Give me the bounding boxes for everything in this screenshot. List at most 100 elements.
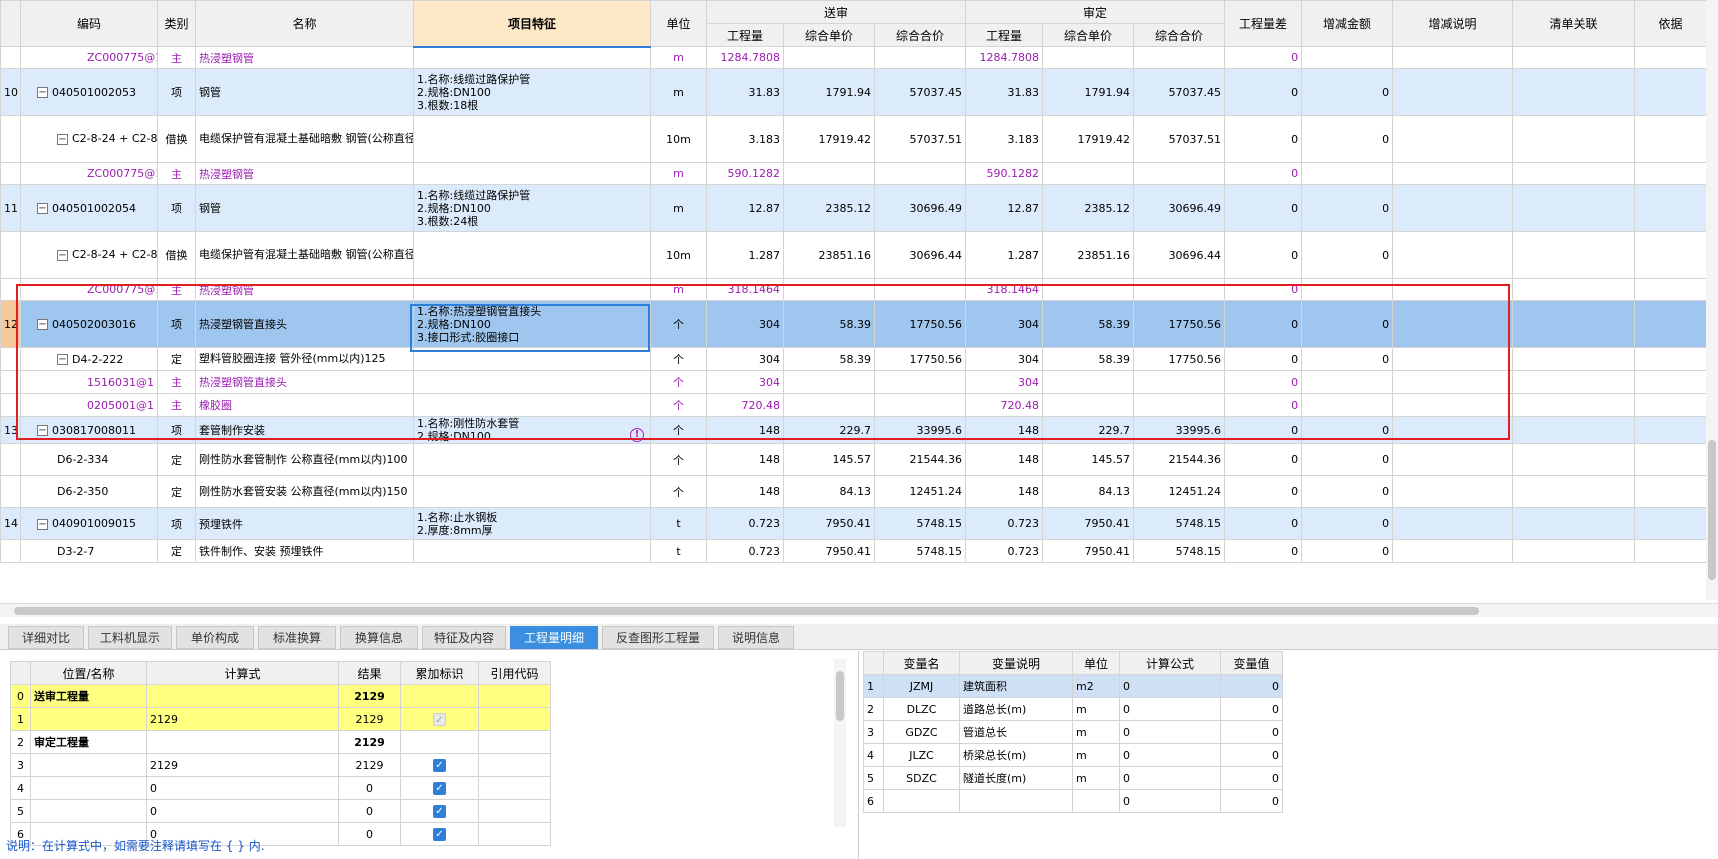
row-sub-total[interactable]: 12451.24: [873, 475, 967, 508]
row-rev-uprice[interactable]: [1042, 278, 1135, 301]
row-sub-uprice[interactable]: 58.39: [783, 347, 875, 371]
row-name[interactable]: 塑料管胶圈连接 管外径(mm以内)125: [195, 347, 414, 371]
row-basis[interactable]: [1634, 68, 1708, 116]
row-rev-uprice[interactable]: 23851.16: [1042, 231, 1135, 279]
qd-expr[interactable]: 2129: [146, 753, 339, 777]
checkbox-icon[interactable]: ✓: [433, 759, 446, 772]
row-amount-diff[interactable]: 0: [1301, 443, 1394, 476]
var-row[interactable]: 3 GDZC 管道总长 m 0 0: [863, 720, 1283, 744]
qd-expr[interactable]: 0: [146, 776, 339, 800]
row-rev-uprice[interactable]: 7950.41: [1042, 507, 1135, 540]
row-qty-diff[interactable]: 0: [1224, 162, 1303, 185]
row-name[interactable]: 热浸塑钢管直接头: [195, 300, 414, 348]
row-bill-link[interactable]: [1512, 46, 1636, 69]
col-amount-diff[interactable]: 增减金额: [1301, 0, 1394, 47]
qd-no[interactable]: 5: [10, 799, 31, 823]
row-rev-total[interactable]: 12451.24: [1133, 475, 1226, 508]
row-sub-uprice[interactable]: 1791.94: [783, 68, 875, 116]
qd-ref[interactable]: [478, 684, 551, 708]
qd-name[interactable]: [30, 707, 147, 731]
qd-ref[interactable]: [478, 730, 551, 754]
var-unit[interactable]: m: [1072, 697, 1120, 721]
row-seq[interactable]: [0, 443, 21, 476]
row-sub-uprice[interactable]: [783, 370, 875, 394]
row-basis[interactable]: [1634, 393, 1708, 417]
row-name[interactable]: 预埋铁件: [195, 507, 414, 540]
tab-3[interactable]: 标准换算: [258, 626, 336, 649]
row-unit[interactable]: 个: [650, 393, 707, 417]
row-code[interactable]: D6-2-334: [20, 443, 158, 476]
row-rev-total[interactable]: 5748.15: [1133, 539, 1226, 563]
var-desc[interactable]: 隧道长度(m): [959, 766, 1073, 790]
row-bill-link[interactable]: [1512, 300, 1636, 348]
row-amount-diff[interactable]: 0: [1301, 68, 1394, 116]
var-value[interactable]: 0: [1220, 674, 1283, 698]
row-sub-total[interactable]: 5748.15: [873, 539, 967, 563]
qd-row[interactable]: 3 2129 2129 ✓: [10, 753, 551, 777]
var-unit[interactable]: m: [1072, 743, 1120, 767]
row-rev-uprice[interactable]: 17919.42: [1042, 115, 1135, 163]
qd-row[interactable]: 2 审定工程量 2129: [10, 730, 551, 754]
row-sub-qty[interactable]: 318.1464: [706, 278, 784, 301]
row-rev-total[interactable]: 30696.44: [1133, 231, 1226, 279]
row-rev-qty[interactable]: 148: [965, 443, 1044, 476]
row-bill-link[interactable]: [1512, 162, 1636, 185]
row-feature[interactable]: 1.名称:刚性防水套管 2.规格:DN100: [413, 416, 651, 444]
row-feature[interactable]: [413, 347, 651, 371]
row-feature[interactable]: 1.名称:止水钢板 2.厚度:8mm厚: [413, 507, 651, 540]
row-qty-diff[interactable]: 0: [1224, 393, 1303, 417]
row-code[interactable]: −030817008011: [20, 416, 158, 444]
row-feature[interactable]: [413, 393, 651, 417]
row-rev-qty[interactable]: 3.183: [965, 115, 1044, 163]
var-row[interactable]: 4 JLZC 桥梁总长(m) m 0 0: [863, 743, 1283, 767]
collapse-icon[interactable]: −: [57, 354, 68, 365]
row-sub-total[interactable]: [873, 278, 967, 301]
col-diff-note[interactable]: 增减说明: [1392, 0, 1514, 47]
col-sub-uprice[interactable]: 综合单价: [783, 23, 875, 47]
row-unit[interactable]: 个: [650, 443, 707, 476]
row-rev-total[interactable]: 17750.56: [1133, 300, 1226, 348]
row-bill-link[interactable]: [1512, 68, 1636, 116]
row-sub-qty[interactable]: 0.723: [706, 507, 784, 540]
checkbox-icon[interactable]: ✓: [433, 805, 446, 818]
row-bill-link[interactable]: [1512, 184, 1636, 232]
row-basis[interactable]: [1634, 115, 1708, 163]
row-seq[interactable]: [0, 393, 21, 417]
row-type[interactable]: 定: [157, 443, 196, 476]
col-type[interactable]: 类别: [157, 0, 196, 47]
row-seq[interactable]: [0, 115, 21, 163]
collapse-icon[interactable]: −: [57, 249, 68, 261]
collapse-icon[interactable]: −: [57, 133, 68, 145]
qd-result[interactable]: 2129: [338, 753, 401, 777]
row-code[interactable]: −040501002053: [20, 68, 158, 116]
row-unit[interactable]: 个: [650, 475, 707, 508]
row-code[interactable]: D6-2-350: [20, 475, 158, 508]
col-sub-qty[interactable]: 工程量: [706, 23, 784, 47]
var-header-4[interactable]: 变量值: [1220, 651, 1283, 675]
row-rev-uprice[interactable]: 7950.41: [1042, 539, 1135, 563]
table-row[interactable]: ZC000775@1 主热浸塑钢管 m 1284.7808 1284.7808 0: [0, 46, 1708, 69]
row-rev-total[interactable]: [1133, 370, 1226, 394]
row-rev-qty[interactable]: 12.87: [965, 184, 1044, 232]
qd-no[interactable]: 2: [10, 730, 31, 754]
qd-result[interactable]: 2129: [338, 730, 401, 754]
table-row[interactable]: 14−040901009015 项预埋铁件 1.名称:止水钢板 2.厚度:8mm厚 t…: [0, 507, 1708, 540]
row-diff-note[interactable]: [1392, 278, 1514, 301]
table-row[interactable]: 13−030817008011 项套管制作安装 1.名称:刚性防水套管 2.规格:D…: [0, 416, 1708, 444]
row-basis[interactable]: [1634, 539, 1708, 563]
row-qty-diff[interactable]: 0: [1224, 347, 1303, 371]
row-name[interactable]: 热浸塑钢管: [195, 162, 414, 185]
qd-header-1[interactable]: 计算式: [146, 661, 339, 685]
row-diff-note[interactable]: [1392, 347, 1514, 371]
row-diff-note[interactable]: [1392, 68, 1514, 116]
col-qty-diff[interactable]: 工程量差: [1224, 0, 1303, 47]
row-sub-total[interactable]: 33995.6: [873, 416, 967, 444]
table-row[interactable]: −C2-8-24 + C2-8-25 * 17借换电缆保护管有混凝土基础暗敷 钢…: [0, 115, 1708, 163]
row-type[interactable]: 主: [157, 370, 196, 394]
var-no[interactable]: 6: [863, 789, 884, 813]
row-bill-link[interactable]: [1512, 475, 1636, 508]
qd-no[interactable]: 1: [10, 707, 31, 731]
table-row[interactable]: 11−040501002054 项钢管 1.名称:线缆过路保护管 2.规格:DN10…: [0, 184, 1708, 232]
var-no[interactable]: 2: [863, 697, 884, 721]
row-sub-uprice[interactable]: [783, 162, 875, 185]
